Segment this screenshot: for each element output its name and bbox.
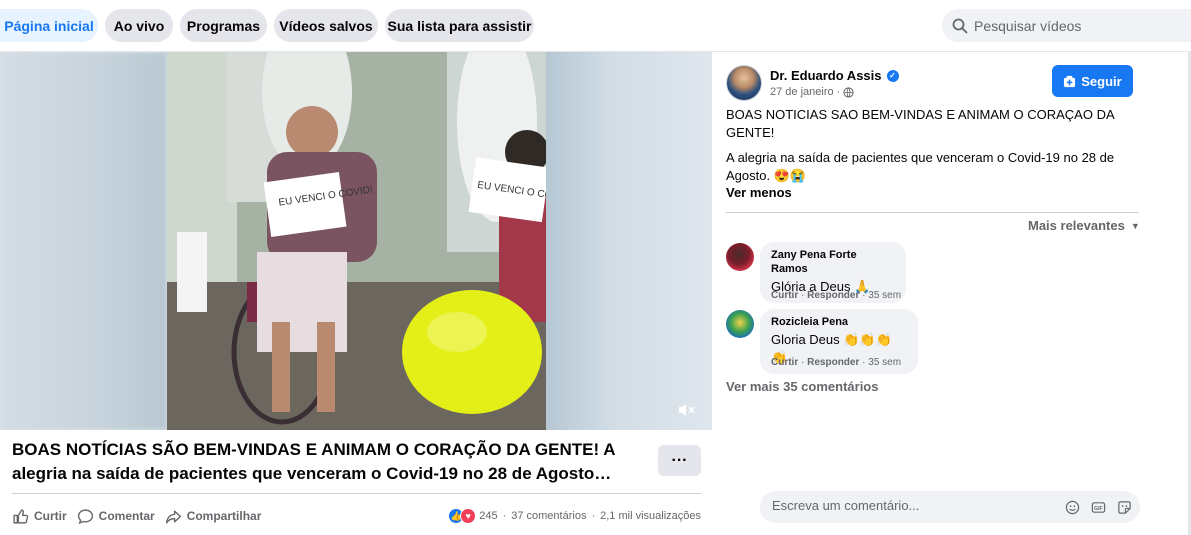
composer-icons: GIF [1054, 499, 1132, 515]
tab-watchlist[interactable]: Sua lista para assistir [385, 9, 534, 42]
sort-label: Mais relevantes [1028, 218, 1125, 233]
tab-saved-videos[interactable]: Vídeos salvos [274, 9, 378, 42]
verified-badge-icon: ✓ [886, 69, 899, 82]
stat-separator: · [502, 510, 507, 522]
like-button[interactable]: Curtir [12, 508, 67, 525]
video-blur-left [0, 52, 167, 430]
thumbs-up-icon [13, 508, 29, 524]
mute-icon[interactable] [676, 400, 696, 420]
post-side-panel: Dr. Eduardo Assis ✓ 27 de janeiro · Segu… [712, 52, 1191, 535]
video-frame[interactable]: EU VENCI O COVID! EU VENCI O COVID! [167, 52, 546, 430]
video-player[interactable]: EU VENCI O COVID! EU VENCI O COVID! [0, 52, 712, 430]
author-name-row: Dr. Eduardo Assis ✓ [770, 68, 899, 83]
caret-down-icon: ▼ [1130, 220, 1140, 231]
views-count: 2,1 mil visualizações [600, 510, 701, 522]
divider [12, 493, 701, 494]
emoji-icon[interactable] [1064, 499, 1080, 515]
divider [726, 212, 1139, 213]
see-less-link[interactable]: Ver menos [726, 185, 792, 200]
follow-icon [1064, 75, 1076, 87]
comment-reply-link[interactable]: Responder [807, 290, 859, 301]
comment-sort-dropdown[interactable]: Mais relevantes ▼ [1028, 218, 1140, 233]
video-thumbnail-scene: EU VENCI O COVID! EU VENCI O COVID! [167, 52, 546, 430]
comment-button[interactable]: Comentar [77, 508, 155, 525]
comment-like-link[interactable]: Curtir [771, 357, 798, 368]
comments-count[interactable]: 37 comentários [511, 510, 586, 522]
comment-time[interactable]: 35 sem [868, 290, 901, 301]
meta-separator: · [801, 290, 805, 301]
video-blur-right [546, 52, 712, 430]
meta-separator: · [862, 290, 866, 301]
video-title: BOAS NOTÍCIAS SÃO BEM-VINDAS E ANIMAM O … [12, 440, 615, 483]
post-text-body: A alegria na saída de pacientes que venc… [726, 150, 1115, 183]
comment-author[interactable]: Zany Pena Forte Ramos [771, 248, 895, 276]
comment-composer[interactable]: GIF [760, 491, 1140, 523]
post-date-row: 27 de janeiro · [770, 86, 854, 98]
comment-icon [77, 508, 93, 524]
search-box[interactable] [942, 9, 1191, 42]
search-icon [952, 18, 968, 33]
share-button[interactable]: Compartilhar [165, 508, 262, 525]
view-more-comments-link[interactable]: Ver mais 35 comentários [726, 379, 878, 394]
meta-separator: · [801, 357, 805, 368]
svg-text:GIF: GIF [1094, 505, 1103, 511]
video-actions-bar: Curtir Comentar Compartilhar [12, 505, 271, 527]
tab-shows[interactable]: Programas [180, 9, 267, 42]
follow-button[interactable]: Seguir [1052, 65, 1133, 97]
share-icon [165, 509, 181, 524]
share-label: Compartilhar [186, 509, 262, 523]
video-stats: 👍 ♥ 245 · 37 comentários · 2,1 mil visua… [448, 505, 701, 527]
post-text-headline: BOAS NOTICIAS SAO BEM-VINDAS E ANIMAM O … [726, 107, 1114, 140]
comment-like-link[interactable]: Curtir [771, 290, 798, 301]
tab-live[interactable]: Ao vivo [105, 9, 173, 42]
globe-icon [843, 86, 854, 98]
comment-time[interactable]: 35 sem [868, 357, 901, 368]
comment-input[interactable] [772, 498, 1052, 513]
tab-home[interactable]: Página inicial [0, 9, 98, 42]
comment-avatar[interactable] [726, 243, 754, 271]
follow-label: Seguir [1081, 73, 1122, 89]
reaction-icons[interactable]: 👍 ♥ [448, 508, 477, 524]
reaction-count[interactable]: 245 [479, 510, 497, 522]
love-reaction-icon: ♥ [460, 508, 477, 524]
author-avatar[interactable] [726, 65, 762, 101]
comment-author[interactable]: Rozicleia Pena [771, 315, 907, 329]
search-input[interactable] [974, 17, 1174, 34]
post-date[interactable]: 27 de janeiro [770, 86, 834, 98]
top-navigation-bar: Página inicial Ao vivo Programas Vídeos … [0, 0, 1191, 52]
stat-separator: · [591, 510, 596, 522]
author-name[interactable]: Dr. Eduardo Assis [770, 68, 882, 83]
comment-label: Comentar [98, 509, 155, 523]
sticker-icon[interactable] [1116, 499, 1132, 515]
like-label: Curtir [34, 509, 67, 523]
gif-icon[interactable]: GIF [1090, 499, 1106, 515]
more-options-button[interactable]: ··· [658, 445, 701, 476]
meta-separator: · [862, 357, 866, 368]
comment-reply-link[interactable]: Responder [807, 357, 859, 368]
date-separator: · [836, 86, 841, 98]
comment-meta: Curtir · Responder · 35 sem [771, 357, 901, 368]
comment-avatar[interactable] [726, 310, 754, 338]
comment-meta: Curtir · Responder · 35 sem [771, 290, 901, 301]
